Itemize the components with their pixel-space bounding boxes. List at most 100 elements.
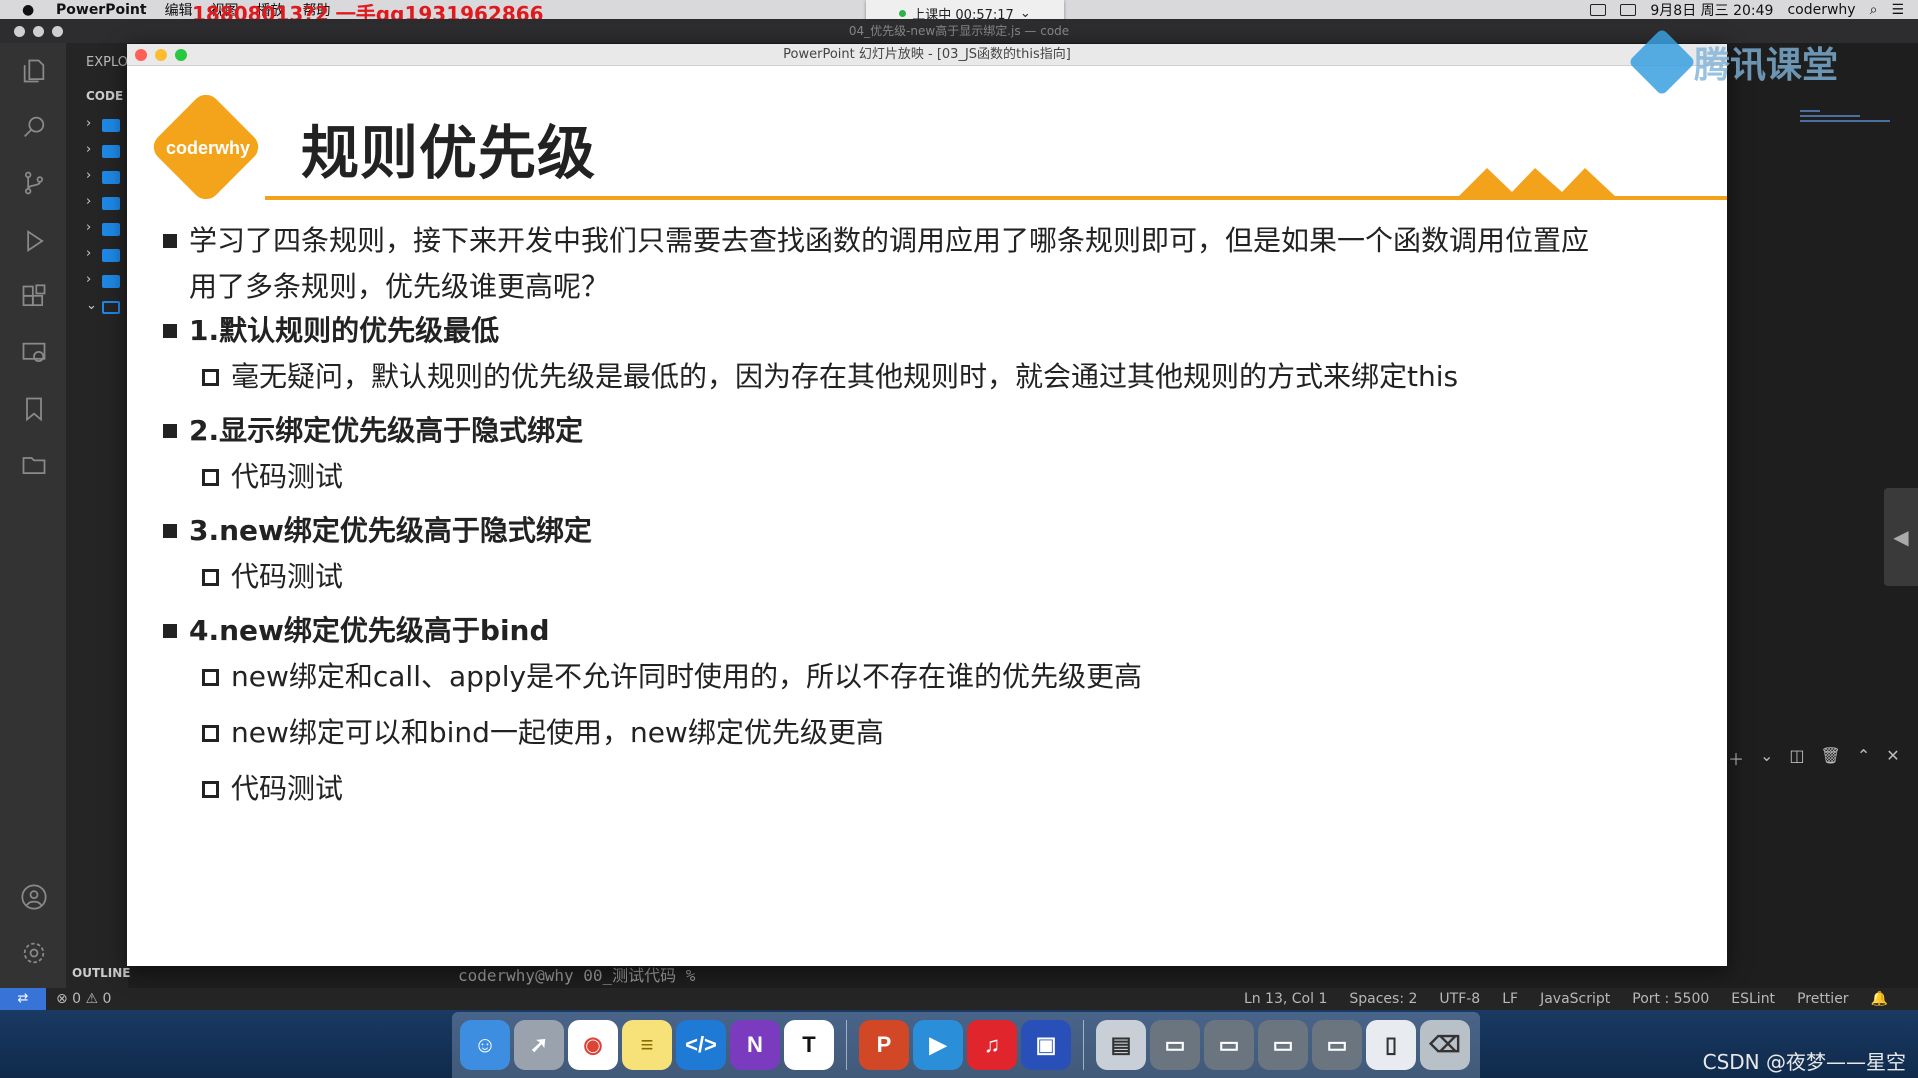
indentation-setting[interactable]: Spaces: 2 [1349, 991, 1417, 1007]
hollow-square-bullet-icon [202, 369, 219, 386]
wifi-icon[interactable] [1620, 3, 1637, 16]
control-center-icon[interactable]: ☰ [1891, 2, 1904, 18]
hollow-square-bullet-icon [202, 725, 219, 742]
editor-minimap[interactable] [1800, 110, 1900, 140]
minimize-window-icon[interactable] [155, 49, 167, 61]
folder-row[interactable]: › [86, 116, 126, 134]
folder-icon [102, 275, 120, 288]
document-icon[interactable]: ▯ [1366, 1020, 1416, 1070]
search-icon[interactable] [20, 113, 48, 141]
folder-row[interactable]: › [86, 168, 126, 186]
square-bullet-icon [163, 324, 177, 338]
cursor-position[interactable]: Ln 13, Col 1 [1244, 991, 1327, 1007]
finder-icon[interactable]: ☺ [460, 1020, 510, 1070]
apple-icon[interactable]: ● [22, 2, 44, 18]
hollow-square-bullet-icon [202, 781, 219, 798]
folder-row[interactable]: › [86, 246, 126, 264]
split-terminal-icon[interactable]: ◫ [1789, 746, 1804, 770]
chrome-icon[interactable]: ◉ [568, 1020, 618, 1070]
chevron-right-icon: › [86, 272, 92, 287]
menubar-clock[interactable]: 9月8日 周三 20:49 [1650, 0, 1773, 20]
tencent-classroom-icon[interactable]: ▶ [913, 1020, 963, 1070]
eslint-status[interactable]: ESLint [1731, 991, 1775, 1007]
window-thumbnail-icon[interactable]: ▭ [1258, 1020, 1308, 1070]
netease-music-icon[interactable]: ♫ [967, 1020, 1017, 1070]
end-of-line[interactable]: LF [1502, 991, 1518, 1007]
vscode-window-controls [14, 26, 63, 37]
remote-explorer-icon[interactable] [20, 339, 48, 367]
window-thumbnail-icon[interactable]: ▭ [1150, 1020, 1200, 1070]
dock-separator [1083, 1020, 1084, 1070]
account-icon[interactable] [20, 883, 48, 911]
bookmark-icon[interactable] [20, 395, 48, 423]
problems-indicator[interactable]: ⊗ 0 ⚠ 0 [56, 991, 111, 1007]
typora-icon[interactable]: T [784, 1020, 834, 1070]
trash-icon[interactable]: ⌫ [1420, 1020, 1470, 1070]
square-bullet-icon [163, 424, 177, 438]
live-server-port[interactable]: Port : 5500 [1632, 991, 1709, 1007]
vscode-icon[interactable]: </> [676, 1020, 726, 1070]
onenote-icon[interactable]: N [730, 1020, 780, 1070]
launchpad-icon[interactable]: ➚ [514, 1020, 564, 1070]
hollow-square-bullet-icon [202, 469, 219, 486]
chevron-down-icon[interactable]: ⌄ [1760, 746, 1773, 770]
maximize-panel-icon[interactable]: ⌃ [1857, 746, 1870, 770]
window-thumbnail-icon[interactable]: ▭ [1312, 1020, 1362, 1070]
close-panel-icon[interactable]: ✕ [1886, 746, 1899, 770]
prettier-status[interactable]: Prettier [1797, 991, 1849, 1007]
screen-recorder-icon[interactable]: ▣ [1021, 1020, 1071, 1070]
open-folder-icon [102, 301, 120, 314]
square-bullet-icon [163, 524, 177, 538]
sub-bullet: 代码测试 [202, 766, 1602, 812]
settings-gear-icon[interactable] [20, 939, 48, 967]
notifications-bell-icon[interactable]: 🔔 [1871, 991, 1888, 1007]
dock-separator [846, 1020, 847, 1070]
screen-record-icon[interactable] [1590, 3, 1607, 16]
outline-section-header[interactable]: OUTLINE [72, 966, 130, 980]
folder-icon [102, 119, 120, 132]
sub-bullet: 毫无疑问，默认规则的优先级是最低的，因为存在其他规则时，就会通过其他规则的方式来… [202, 354, 1602, 400]
folder-icon [102, 145, 120, 158]
project-manager-icon[interactable] [20, 451, 48, 479]
source-control-icon[interactable] [20, 169, 48, 197]
tencent-classroom-logo-icon [1628, 28, 1696, 96]
powerpoint-icon[interactable]: P [859, 1020, 909, 1070]
remote-indicator-icon[interactable]: ⇄ [0, 988, 46, 1010]
folder-row[interactable]: › [86, 194, 126, 212]
explorer-icon[interactable] [20, 57, 48, 85]
menubar-app-name[interactable]: PowerPoint [56, 2, 147, 18]
bullet-intro: 学习了四条规则，接下来开发中我们只需要去查找函数的调用应用了哪条规则即可，但是如… [163, 218, 1603, 310]
panel-toggle-handle[interactable]: ◀ [1884, 488, 1918, 586]
run-debug-icon[interactable] [20, 227, 48, 255]
window-thumbnail-icon[interactable]: ▭ [1204, 1020, 1254, 1070]
folder-row[interactable]: › [86, 142, 126, 160]
sub-bullet: new绑定可以和bind一起使用，new绑定优先级更高 [202, 710, 1602, 756]
extensions-icon[interactable] [20, 283, 48, 311]
zoom-window-icon[interactable] [52, 26, 63, 37]
minimize-window-icon[interactable] [33, 26, 44, 37]
menubar-edit[interactable]: 编辑 [165, 0, 193, 20]
new-terminal-icon[interactable]: ＋ [1728, 746, 1744, 770]
mountain-decoration-icon [1457, 168, 1617, 198]
live-dot-icon [899, 9, 907, 17]
close-window-icon[interactable] [14, 26, 25, 37]
workspace-section-header[interactable]: CODE [86, 89, 123, 103]
language-mode[interactable]: JavaScript [1540, 991, 1610, 1007]
trash-icon[interactable]: 🗑 [1821, 746, 1841, 770]
square-bullet-icon [163, 234, 177, 248]
slide[interactable]: coderwhy 规则优先级 学习了四条规则，接下来开发中我们只需要去查找函数的… [127, 66, 1727, 966]
folder-row-expanded[interactable]: ⌄ [86, 298, 126, 316]
zoom-window-icon[interactable] [175, 49, 187, 61]
spotlight-icon[interactable]: ⌕ [1870, 2, 1878, 18]
folder-row[interactable]: › [86, 272, 126, 290]
close-window-icon[interactable] [135, 49, 147, 61]
folder-row[interactable]: › [86, 220, 126, 238]
file-encoding[interactable]: UTF-8 [1439, 991, 1480, 1007]
sub-bullet: 代码测试 [202, 454, 1602, 500]
notes-icon[interactable]: ≡ [622, 1020, 672, 1070]
menubar-user[interactable]: coderwhy [1787, 2, 1855, 18]
chevron-right-icon: › [86, 194, 92, 209]
preview-icon[interactable]: ▤ [1096, 1020, 1146, 1070]
folder-icon [102, 197, 120, 210]
status-right-items: Ln 13, Col 1 Spaces: 2 UTF-8 LF JavaScri… [1244, 991, 1888, 1007]
